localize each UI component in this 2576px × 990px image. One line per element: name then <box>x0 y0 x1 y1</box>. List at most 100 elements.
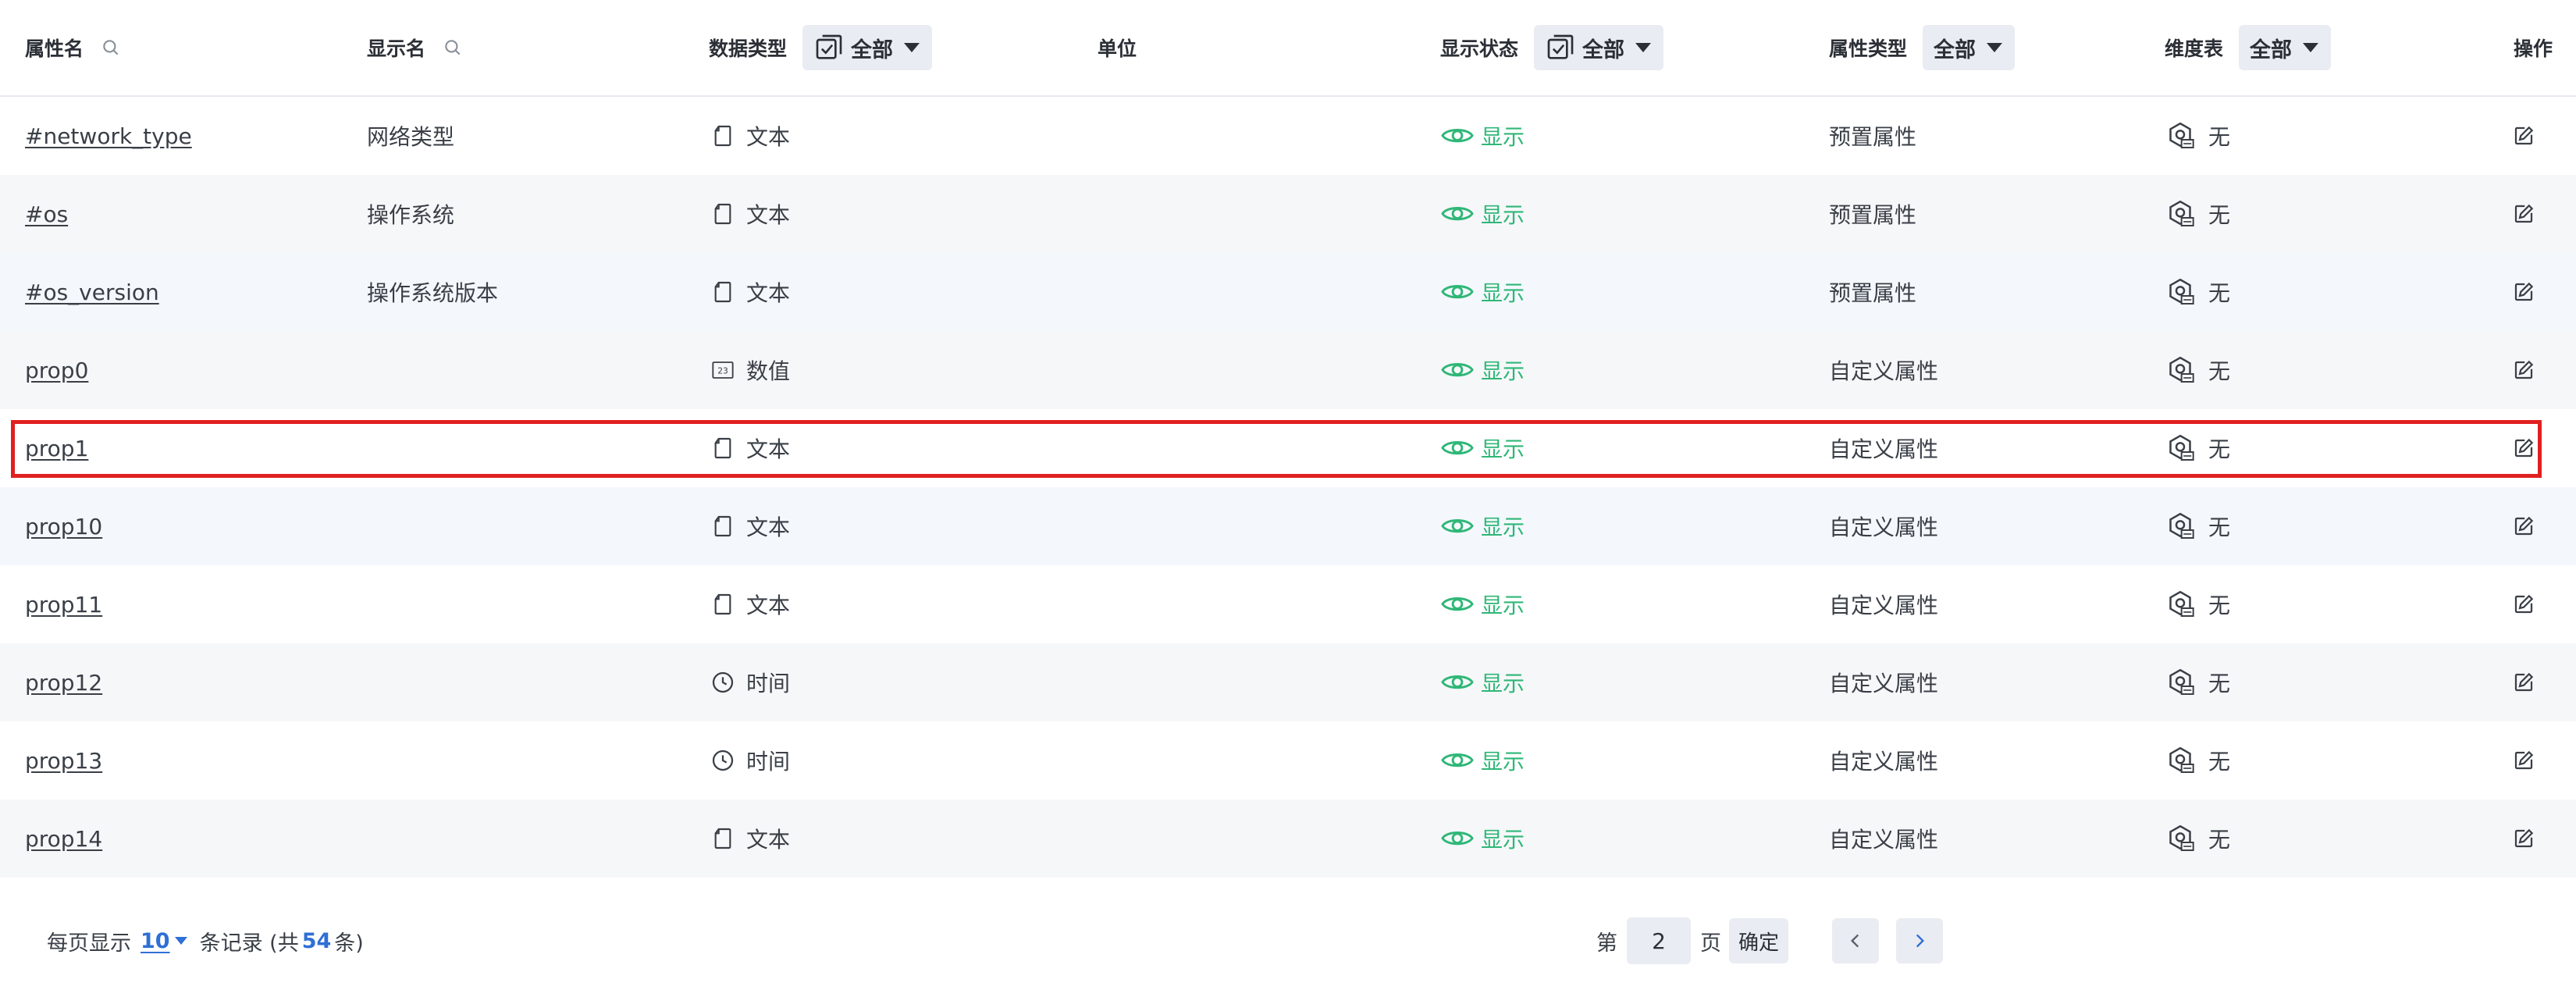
row-attr-type-cell: 自定义属性 <box>1829 721 1938 799</box>
row-data-type-cell: 23 数值 <box>710 331 790 409</box>
data-type-text: 文本 <box>746 202 791 228</box>
row-status-cell[interactable]: 显示 <box>1440 565 1525 643</box>
table-row[interactable]: #os_version 操作系统版本 文本 显示 预置属性 无 <box>0 253 2576 331</box>
row-name-cell[interactable]: prop14 <box>25 799 102 878</box>
row-name-cell[interactable]: prop1 <box>25 409 88 487</box>
table-row[interactable]: prop11 文本 显示 自定义属性 无 <box>0 565 2576 643</box>
row-name-cell[interactable]: #network_type <box>25 97 192 175</box>
table-header: 属性名 显示名 数据类型 全部 单位 显示状态 全部 属性类型 全部 维度表 全… <box>0 0 2576 97</box>
row-action-cell <box>2512 487 2535 565</box>
row-action-cell <box>2512 409 2535 487</box>
row-dim-table-cell: 无 <box>2165 331 2230 409</box>
text-doc-icon <box>710 514 735 539</box>
caret-down-icon <box>1987 43 2003 52</box>
table-row[interactable]: prop1 文本 显示 自定义属性 无 <box>0 409 2576 487</box>
row-action-cell <box>2512 643 2535 721</box>
page-size-info: 每页显示 10 条记录 (共 54 条) <box>47 913 364 968</box>
status-text: 显示 <box>1481 436 1525 462</box>
property-name-link[interactable]: prop10 <box>25 514 102 540</box>
dim-table-filter[interactable]: 全部 <box>2239 25 2332 70</box>
caret-down-icon[interactable] <box>174 937 187 945</box>
row-attr-type-cell: 自定义属性 <box>1829 799 1938 878</box>
data-type-text: 数值 <box>746 358 791 384</box>
page-number-input[interactable] <box>1627 917 1691 964</box>
table-row[interactable]: #os 操作系统 文本 显示 预置属性 无 <box>0 175 2576 253</box>
table-row[interactable]: prop12 时间 显示 自定义属性 无 <box>0 643 2576 721</box>
status-text: 显示 <box>1481 124 1525 150</box>
search-icon[interactable] <box>443 37 463 58</box>
page-size-select[interactable]: 10 <box>141 929 170 953</box>
col-display-name-header: 显示名 <box>367 0 463 95</box>
status-text: 显示 <box>1481 671 1525 696</box>
row-name-cell[interactable]: #os_version <box>25 253 159 331</box>
display-name-text: 网络类型 <box>367 124 455 150</box>
dim-table-text: 无 <box>2208 593 2231 618</box>
edit-icon[interactable] <box>2512 124 2535 148</box>
attr-type-filter[interactable]: 全部 <box>1923 25 2016 70</box>
attr-type-text: 自定义属性 <box>1829 749 1939 775</box>
per-page-suffix: 条记录 (共 <box>199 931 299 956</box>
property-name-link[interactable]: #network_type <box>25 123 192 149</box>
prev-page-button[interactable] <box>1832 918 1880 963</box>
property-name-link[interactable]: prop1 <box>25 436 88 461</box>
edit-icon[interactable] <box>2512 436 2535 460</box>
edit-icon[interactable] <box>2512 671 2535 694</box>
status-filter[interactable]: 全部 <box>1534 25 1664 70</box>
search-icon[interactable] <box>101 37 121 58</box>
row-action-cell <box>2512 175 2535 253</box>
row-status-cell[interactable]: 显示 <box>1440 487 1525 565</box>
data-type-filter[interactable]: 全部 <box>802 25 933 70</box>
edit-icon[interactable] <box>2512 515 2535 538</box>
property-name-link[interactable]: prop11 <box>25 592 102 618</box>
edit-icon[interactable] <box>2512 593 2535 616</box>
table-row[interactable]: prop14 文本 显示 自定义属性 无 <box>0 799 2576 878</box>
svg-text:23: 23 <box>717 366 728 376</box>
row-status-cell[interactable]: 显示 <box>1440 409 1525 487</box>
row-status-cell[interactable]: 显示 <box>1440 331 1525 409</box>
next-page-button[interactable] <box>1896 918 1944 963</box>
row-status-cell[interactable]: 显示 <box>1440 643 1525 721</box>
row-attr-type-cell: 预置属性 <box>1829 253 1916 331</box>
property-name-link[interactable]: prop12 <box>25 670 102 696</box>
row-status-cell[interactable]: 显示 <box>1440 97 1525 175</box>
property-name-link[interactable]: #os <box>25 201 68 227</box>
text-doc-icon <box>710 436 735 461</box>
edit-icon[interactable] <box>2512 749 2535 772</box>
attr-type-text: 预置属性 <box>1829 280 1917 306</box>
row-name-cell[interactable]: prop13 <box>25 721 102 799</box>
row-name-cell[interactable]: prop10 <box>25 487 102 565</box>
data-type-text: 文本 <box>746 436 791 462</box>
edit-icon[interactable] <box>2512 827 2535 850</box>
table-row[interactable]: prop13 时间 显示 自定义属性 无 <box>0 721 2576 799</box>
property-name-link[interactable]: prop0 <box>25 358 88 383</box>
property-name-link[interactable]: prop14 <box>25 826 102 852</box>
row-name-cell[interactable]: #os <box>25 175 68 253</box>
row-data-type-cell: 文本 <box>710 97 790 175</box>
property-name-link[interactable]: #os_version <box>25 280 159 305</box>
caret-down-icon <box>1635 43 1652 52</box>
row-status-cell[interactable]: 显示 <box>1440 721 1525 799</box>
row-name-cell[interactable]: prop0 <box>25 331 88 409</box>
table-row[interactable]: #network_type 网络类型 文本 显示 预置属性 无 <box>0 97 2576 175</box>
row-name-cell[interactable]: prop11 <box>25 565 102 643</box>
row-action-cell <box>2512 97 2535 175</box>
row-status-cell[interactable]: 显示 <box>1440 799 1525 878</box>
chevron-right-icon <box>1916 934 1925 948</box>
property-name-link[interactable]: prop13 <box>25 748 102 774</box>
col-status-label: 显示状态 <box>1440 37 1519 60</box>
eye-icon <box>1440 827 1475 850</box>
edit-icon[interactable] <box>2512 358 2535 382</box>
row-status-cell[interactable]: 显示 <box>1440 175 1525 253</box>
edit-icon[interactable] <box>2512 202 2535 226</box>
total-count: 54 <box>301 928 332 953</box>
attr-type-filter-value: 全部 <box>1934 37 1976 62</box>
table-row[interactable]: prop10 文本 显示 自定义属性 无 <box>0 487 2576 565</box>
confirm-page-button[interactable]: 确定 <box>1729 918 1789 963</box>
row-attr-type-cell: 自定义属性 <box>1829 565 1938 643</box>
caret-down-icon <box>2303 43 2319 52</box>
row-status-cell[interactable]: 显示 <box>1440 253 1525 331</box>
row-name-cell[interactable]: prop12 <box>25 643 102 721</box>
row-action-cell <box>2512 331 2535 409</box>
edit-icon[interactable] <box>2512 280 2535 304</box>
table-row[interactable]: prop0 23 数值 显示 自定义属性 无 <box>0 331 2576 409</box>
